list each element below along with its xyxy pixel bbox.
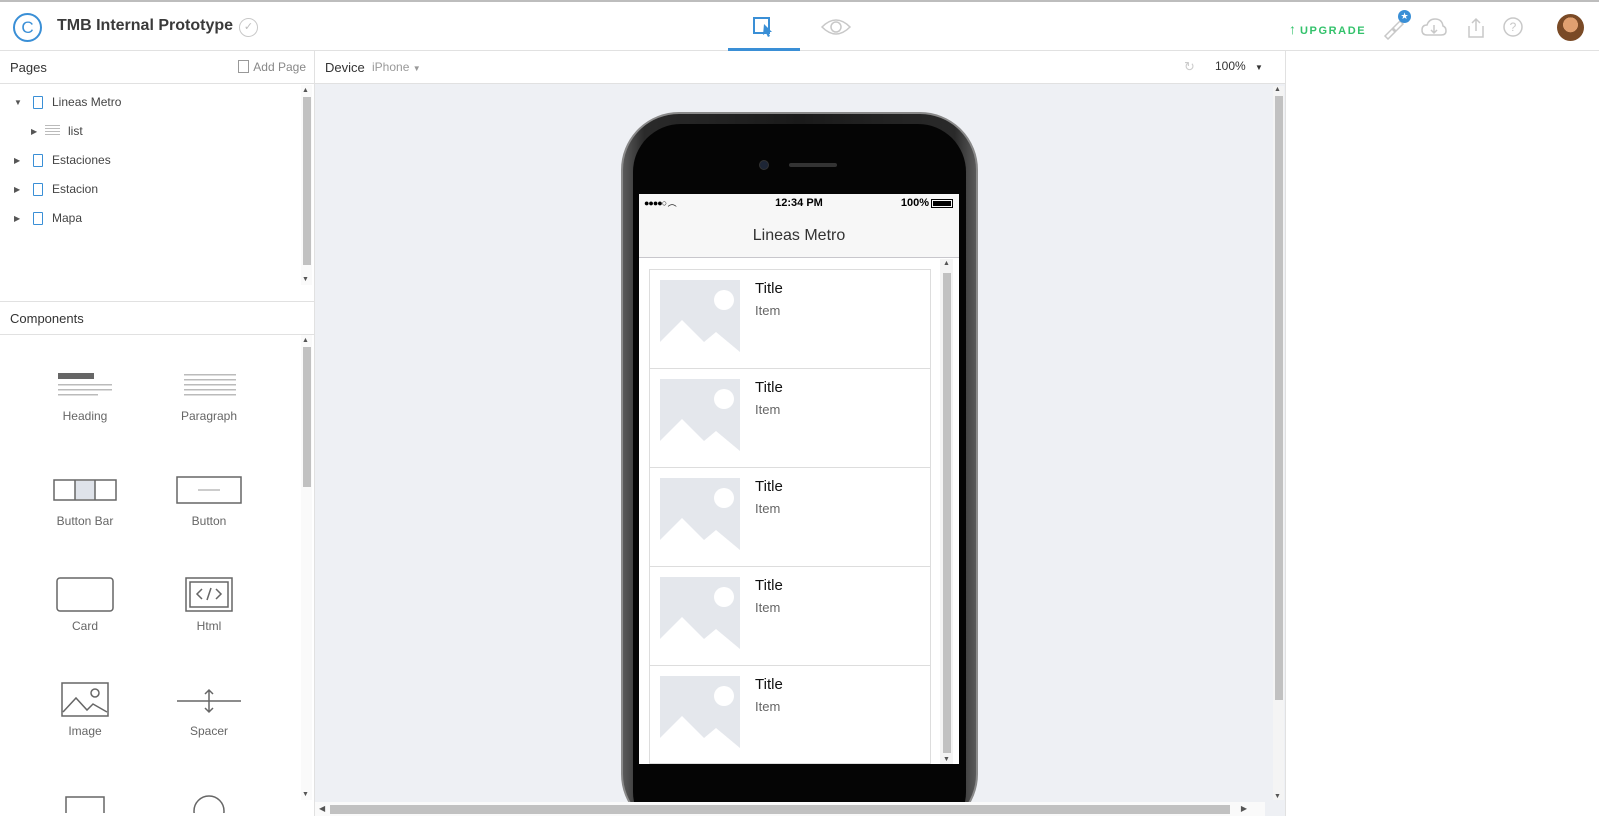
device-select[interactable]: iPhone ▼: [372, 60, 421, 74]
list-item[interactable]: Title Item: [650, 666, 930, 763]
design-canvas[interactable]: ●●●●○ ︵ 12:34 PM 100% Lineas Metro Title…: [315, 84, 1285, 816]
components-scrollbar[interactable]: ▲ ▼: [301, 335, 312, 800]
image-placeholder-icon: [660, 280, 740, 360]
speaker-icon: [789, 163, 837, 167]
upgrade-button[interactable]: ↑ UPGRADE: [1289, 21, 1366, 37]
eye-icon: [820, 19, 852, 35]
screen-title[interactable]: Lineas Metro: [639, 227, 959, 245]
project-title[interactable]: TMB Internal Prototype: [57, 17, 233, 35]
page-icon: [33, 96, 43, 109]
component-image[interactable]: Image: [30, 682, 140, 738]
component-paragraph[interactable]: Paragraph: [154, 367, 264, 423]
component-card[interactable]: Card: [30, 577, 140, 633]
image-icon: [30, 682, 140, 718]
canvas-vertical-scrollbar[interactable]: ▲ ▼: [1273, 86, 1284, 800]
image-placeholder-icon: [660, 676, 740, 756]
gauge-icon: [193, 795, 225, 813]
nav-bar: Lineas Metro: [639, 214, 959, 258]
tab-preview-mode[interactable]: [800, 2, 872, 51]
image-placeholder-icon: [660, 478, 740, 558]
component-html[interactable]: Html: [154, 577, 264, 633]
top-bar: C TMB Internal Prototype ✓ ↑ UPGRADE ★ ?: [0, 0, 1599, 51]
zoom-select[interactable]: 100% ▼: [1215, 59, 1263, 73]
list-item[interactable]: Title Item: [650, 270, 930, 369]
caret-down-icon[interactable]: ▼: [14, 98, 22, 107]
list-item[interactable]: Title Item: [650, 468, 930, 567]
tab-design-mode[interactable]: [728, 2, 800, 51]
add-page-button[interactable]: Add Page: [238, 60, 306, 74]
theme-brush-icon[interactable]: ★: [1382, 10, 1411, 41]
svg-text:?: ?: [1510, 20, 1517, 34]
components-panel-header: Components: [0, 301, 314, 335]
component-spacer[interactable]: Spacer: [154, 682, 264, 738]
left-sidebar: Pages Add Page ▼ Lineas Metro ▶ list ▶ E…: [0, 51, 315, 816]
button-icon: [154, 472, 264, 508]
refresh-icon[interactable]: ↻: [1184, 59, 1195, 75]
status-bar: ●●●●○ ︵ 12:34 PM 100%: [639, 194, 959, 214]
share-icon[interactable]: [1465, 16, 1489, 40]
canvas-toolbar: Device iPhone ▼ ↻ 100% ▼: [315, 51, 1285, 84]
page-tree-item[interactable]: ▶ list: [0, 122, 300, 144]
component-more[interactable]: [30, 789, 140, 813]
battery-percentage: 100%: [900, 197, 929, 209]
button-bar-icon: [30, 472, 140, 508]
pages-scrollbar[interactable]: ▲ ▼: [301, 85, 312, 285]
card-icon: [30, 577, 140, 613]
design-mode-icon: [753, 17, 772, 37]
image-placeholder-icon: [660, 379, 740, 459]
heading-icon: [30, 367, 140, 403]
device-label: Device: [325, 60, 365, 75]
image-placeholder-icon: [660, 577, 740, 657]
page-icon: [33, 183, 43, 196]
caret-right-icon[interactable]: ▶: [14, 214, 20, 223]
component-heading[interactable]: Heading: [30, 367, 140, 423]
add-page-icon: [238, 60, 250, 73]
pages-panel-title: Pages: [10, 60, 47, 75]
app-logo-icon[interactable]: C: [13, 13, 42, 42]
caret-right-icon[interactable]: ▶: [14, 185, 20, 194]
page-icon: [33, 212, 43, 225]
user-avatar[interactable]: [1557, 14, 1584, 41]
component-icon: [65, 796, 105, 813]
camera-icon: [759, 160, 769, 170]
pages-panel-header: Pages Add Page: [0, 51, 314, 84]
page-tree-item[interactable]: ▶ Estaciones: [0, 151, 300, 173]
page-tree-item[interactable]: ▶ Estacion: [0, 180, 300, 202]
caret-down-icon: ▼: [1255, 63, 1263, 72]
paragraph-icon: [154, 367, 264, 403]
list-item[interactable]: Title Item: [650, 369, 930, 468]
page-icon: [33, 154, 43, 167]
caret-right-icon[interactable]: ▶: [31, 127, 37, 136]
battery-icon: [931, 199, 953, 208]
list-scrollbar[interactable]: ▲ ▼: [940, 259, 953, 764]
list-item[interactable]: Title Item: [650, 567, 930, 666]
component-more[interactable]: [154, 789, 264, 813]
arrow-up-icon: ↑: [1289, 21, 1296, 37]
components-panel-title: Components: [10, 311, 84, 326]
caret-down-icon: ▼: [412, 64, 421, 73]
list-component-icon: [45, 125, 60, 137]
page-tree-item[interactable]: ▶ Mapa: [0, 209, 300, 231]
list-component[interactable]: Title Item Title Item Title Item Title I…: [649, 269, 931, 764]
component-button-bar[interactable]: Button Bar: [30, 472, 140, 528]
help-icon[interactable]: ?: [1502, 16, 1526, 40]
canvas-horizontal-scrollbar[interactable]: ◀ ▶: [315, 802, 1265, 816]
caret-right-icon[interactable]: ▶: [14, 156, 20, 165]
spacer-icon: [154, 682, 264, 718]
html-icon: [154, 577, 264, 613]
saved-check-icon: ✓: [239, 18, 258, 37]
star-badge-icon: ★: [1398, 10, 1411, 23]
component-button[interactable]: Button: [154, 472, 264, 528]
page-tree-item[interactable]: ▼ Lineas Metro: [0, 93, 300, 115]
cloud-download-icon[interactable]: [1421, 16, 1447, 40]
properties-panel: [1285, 51, 1599, 816]
phone-screen[interactable]: ●●●●○ ︵ 12:34 PM 100% Lineas Metro Title…: [639, 194, 959, 764]
